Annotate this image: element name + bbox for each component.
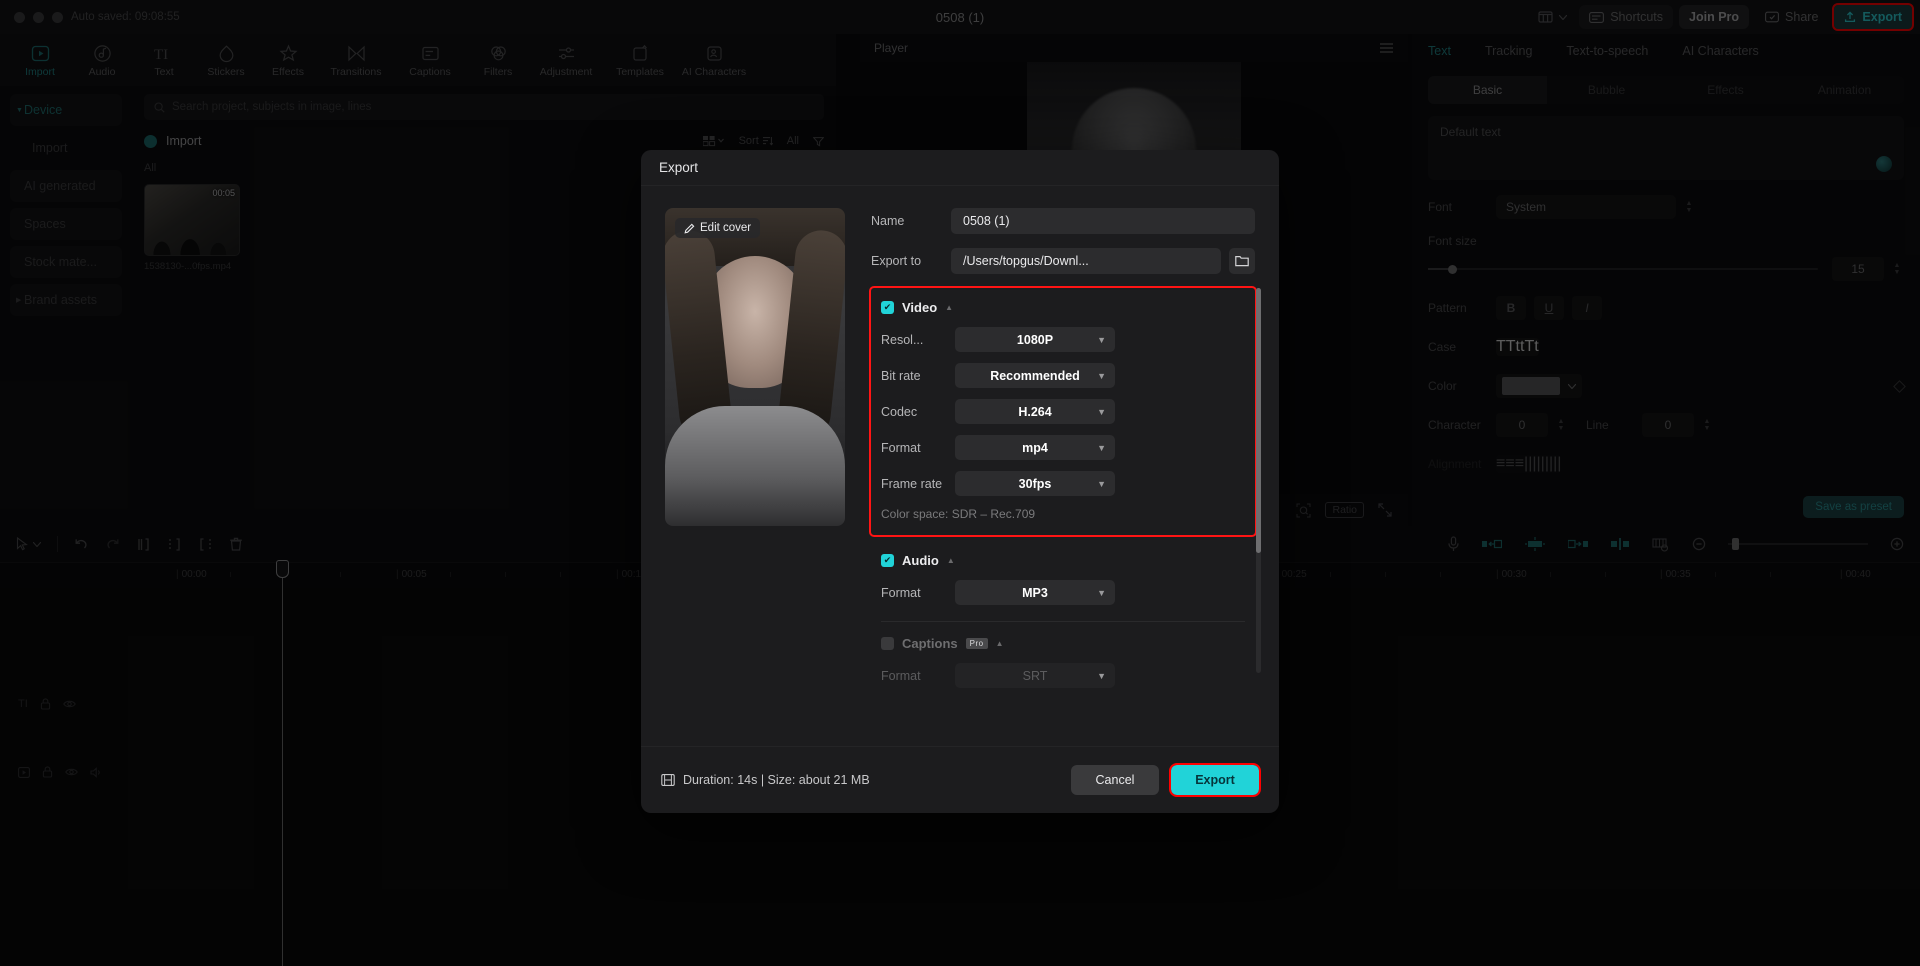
video-section-label: Video bbox=[902, 300, 937, 315]
captions-group-header: Captions Pro ▲ bbox=[881, 636, 1245, 651]
dialog-actions: Cancel Export bbox=[1071, 765, 1259, 795]
dialog-body: Edit cover Name 0508 (1) Export to /User… bbox=[641, 186, 1279, 746]
codec-select[interactable]: H.264 ▼ bbox=[955, 399, 1115, 424]
browse-folder-button[interactable] bbox=[1229, 248, 1255, 274]
export-dialog: Export Edit cover Name 0508 (1) bbox=[641, 150, 1279, 813]
settings-scrollbar[interactable] bbox=[1256, 288, 1261, 673]
export-to-label: Export to bbox=[871, 254, 951, 268]
color-space-info: Color space: SDR – Rec.709 bbox=[881, 507, 1245, 521]
name-input[interactable]: 0508 (1) bbox=[951, 208, 1255, 234]
dialog-footer: Duration: 14s | Size: about 21 MB Cancel… bbox=[641, 746, 1279, 813]
dialog-fields: Name 0508 (1) Export to /Users/topgus/Do… bbox=[871, 208, 1255, 724]
chevron-down-icon: ▼ bbox=[1097, 479, 1106, 489]
bitrate-row: Bit rate Recommended ▼ bbox=[881, 363, 1245, 388]
chevron-up-icon[interactable]: ▲ bbox=[996, 639, 1004, 648]
film-icon bbox=[661, 773, 675, 787]
audio-format-select[interactable]: MP3 ▼ bbox=[955, 580, 1115, 605]
framerate-select[interactable]: 30fps ▼ bbox=[955, 471, 1115, 496]
audio-section-label: Audio bbox=[902, 553, 939, 568]
chevron-down-icon: ▼ bbox=[1097, 407, 1106, 417]
edit-cover-label: Edit cover bbox=[700, 222, 751, 234]
audio-checkbox[interactable]: ✔ bbox=[881, 554, 894, 567]
audio-group-header: ✔ Audio ▲ bbox=[881, 553, 1245, 568]
captions-section-label: Captions bbox=[902, 636, 958, 651]
chevron-down-icon: ▼ bbox=[1097, 588, 1106, 598]
framerate-row: Frame rate 30fps ▼ bbox=[881, 471, 1245, 496]
chevron-down-icon: ▼ bbox=[1097, 335, 1106, 345]
video-checkbox[interactable]: ✔ bbox=[881, 301, 894, 314]
duration-size-text: Duration: 14s | Size: about 21 MB bbox=[683, 773, 870, 787]
export-to-row: Export to /Users/topgus/Downl... bbox=[871, 248, 1255, 274]
chevron-down-icon: ▼ bbox=[1097, 371, 1106, 381]
codec-value: H.264 bbox=[1018, 405, 1051, 419]
framerate-value: 30fps bbox=[1019, 477, 1052, 491]
edit-pencil-icon bbox=[684, 223, 695, 234]
codec-row: Codec H.264 ▼ bbox=[881, 399, 1245, 424]
app-root: Auto saved: 09:08:55 0508 (1) Shortcuts … bbox=[0, 0, 1920, 966]
export-summary: Duration: 14s | Size: about 21 MB bbox=[661, 773, 870, 787]
chevron-up-icon[interactable]: ▲ bbox=[947, 556, 955, 565]
video-settings-group: ✔ Video ▲ Resol... 1080P ▼ Bit bbox=[871, 288, 1255, 535]
audio-format-value: MP3 bbox=[1022, 586, 1048, 600]
captions-format-value: SRT bbox=[1023, 669, 1048, 683]
audio-format-label: Format bbox=[881, 586, 955, 600]
edit-cover-button[interactable]: Edit cover bbox=[675, 218, 760, 238]
confirm-export-button[interactable]: Export bbox=[1171, 765, 1259, 795]
captions-settings-group: Captions Pro ▲ Format SRT ▼ bbox=[871, 636, 1255, 688]
resolution-value: 1080P bbox=[1017, 333, 1053, 347]
name-label: Name bbox=[871, 214, 951, 228]
settings-divider bbox=[881, 621, 1245, 622]
audio-format-row: Format MP3 ▼ bbox=[881, 580, 1245, 605]
chevron-down-icon: ▼ bbox=[1097, 443, 1106, 453]
codec-label: Codec bbox=[881, 405, 955, 419]
scrollbar-thumb[interactable] bbox=[1256, 288, 1261, 553]
settings-scroll-area[interactable]: ✔ Video ▲ Resol... 1080P ▼ Bit bbox=[871, 288, 1255, 688]
cover-body bbox=[665, 406, 845, 526]
chevron-up-icon[interactable]: ▲ bbox=[945, 303, 953, 312]
video-group-header: ✔ Video ▲ bbox=[881, 300, 1245, 315]
format-row: Format mp4 ▼ bbox=[881, 435, 1245, 460]
resolution-row: Resol... 1080P ▼ bbox=[881, 327, 1245, 352]
bitrate-label: Bit rate bbox=[881, 369, 955, 383]
pro-badge: Pro bbox=[966, 638, 988, 649]
resolution-label: Resol... bbox=[881, 333, 955, 347]
video-format-label: Format bbox=[881, 441, 955, 455]
video-format-value: mp4 bbox=[1022, 441, 1048, 455]
cancel-button[interactable]: Cancel bbox=[1071, 765, 1159, 795]
cover-preview[interactable]: Edit cover bbox=[665, 208, 845, 526]
bitrate-select[interactable]: Recommended ▼ bbox=[955, 363, 1115, 388]
name-row: Name 0508 (1) bbox=[871, 208, 1255, 234]
video-format-select[interactable]: mp4 ▼ bbox=[955, 435, 1115, 460]
captions-format-row: Format SRT ▼ bbox=[881, 663, 1245, 688]
captions-format-label: Format bbox=[881, 669, 955, 683]
framerate-label: Frame rate bbox=[881, 477, 955, 491]
resolution-select[interactable]: 1080P ▼ bbox=[955, 327, 1115, 352]
export-path-input[interactable]: /Users/topgus/Downl... bbox=[951, 248, 1221, 274]
audio-settings-group: ✔ Audio ▲ Format MP3 ▼ bbox=[871, 553, 1255, 622]
captions-format-select[interactable]: SRT ▼ bbox=[955, 663, 1115, 688]
bitrate-value: Recommended bbox=[990, 369, 1080, 383]
captions-checkbox[interactable] bbox=[881, 637, 894, 650]
chevron-down-icon: ▼ bbox=[1097, 671, 1106, 681]
dialog-title: Export bbox=[641, 150, 1279, 186]
